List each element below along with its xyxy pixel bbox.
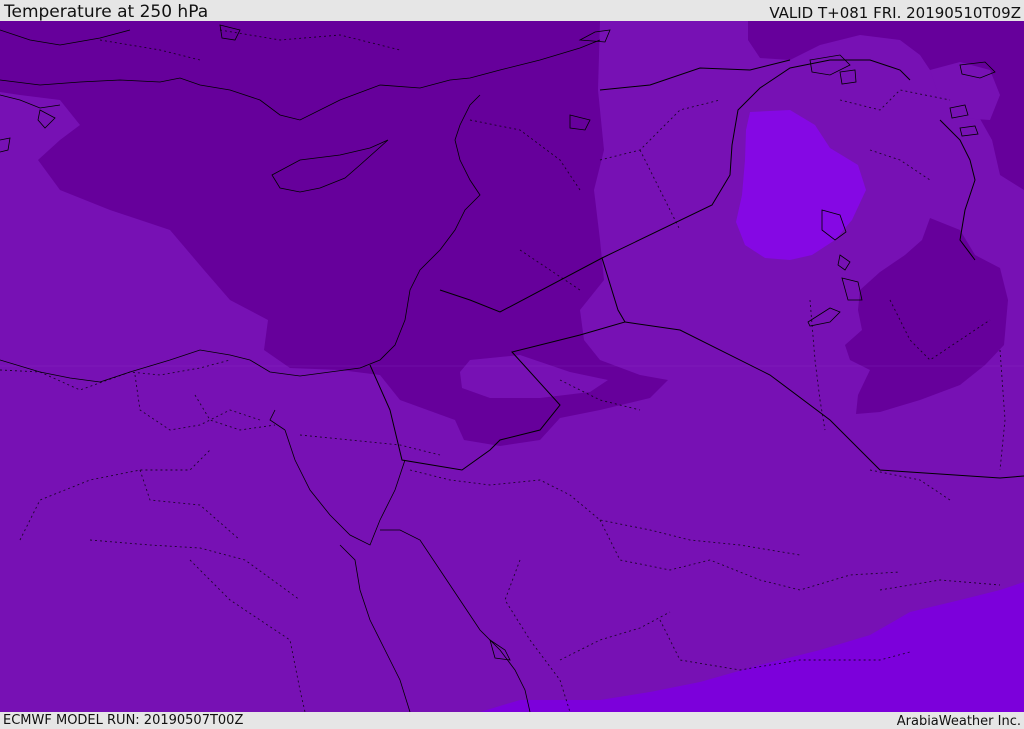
credit-label: ArabiaWeather Inc. [896, 714, 1021, 729]
map-canvas [0, 21, 1024, 712]
footer-bar: ECMWF MODEL RUN: 20190507T00Z ArabiaWeat… [0, 712, 1024, 729]
model-run-label: ECMWF MODEL RUN: 20190507T00Z [3, 713, 244, 728]
weather-map[interactable] [0, 21, 1024, 712]
map-title: Temperature at 250 hPa [4, 2, 209, 22]
header-bar: Temperature at 250 hPa VALID T+081 FRI. … [0, 0, 1024, 22]
valid-time: VALID T+081 FRI. 20190510T09Z [769, 4, 1021, 22]
